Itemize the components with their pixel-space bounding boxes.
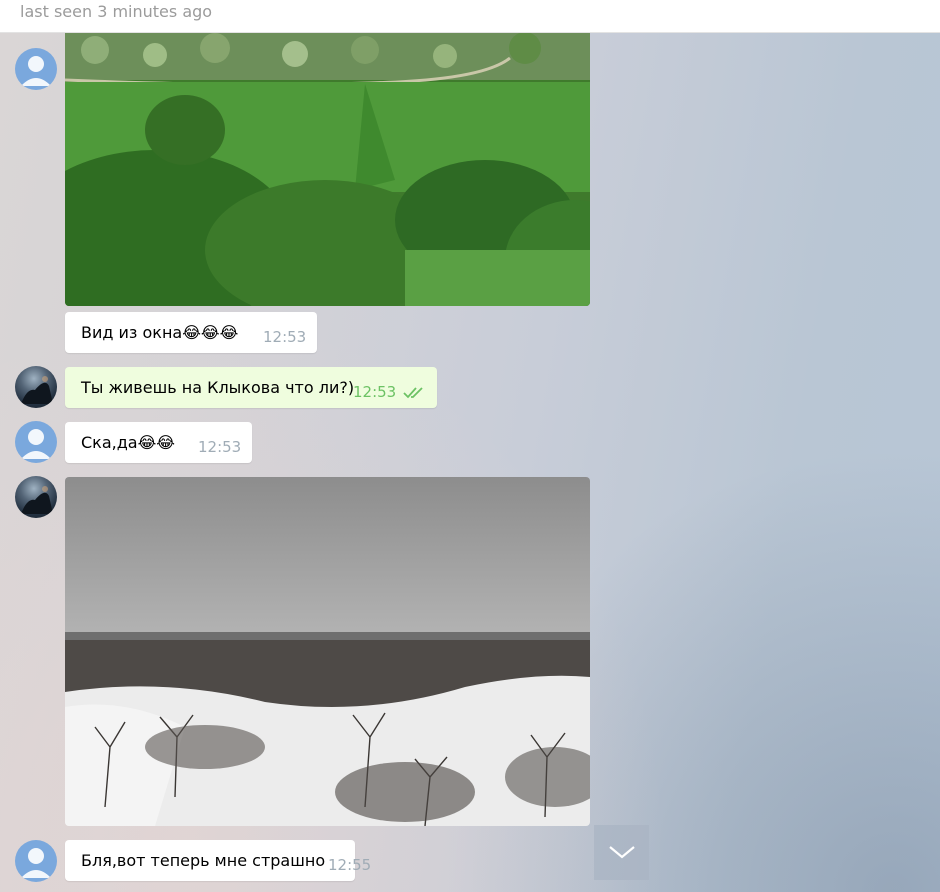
default-user-icon: [21, 56, 51, 86]
scroll-to-bottom-button[interactable]: [594, 825, 649, 880]
snowy-landscape-photo: [65, 477, 590, 826]
message-time: 12:55: [328, 856, 372, 874]
my-avatar[interactable]: [15, 476, 57, 518]
photo-message-snowy-landscape[interactable]: [65, 477, 590, 826]
contact-avatar[interactable]: [15, 48, 57, 90]
photo-message-green-landscape[interactable]: [65, 20, 590, 306]
green-landscape-photo: [65, 20, 590, 306]
contact-avatar[interactable]: [15, 840, 57, 882]
last-seen-status: last seen 3 minutes ago: [20, 2, 213, 21]
message-text: Ты живешь на Клыкова что ли?): [81, 378, 355, 397]
contact-avatar[interactable]: [15, 421, 57, 463]
incoming-message[interactable]: Ска,да😂😂 12:53: [65, 422, 252, 463]
message-text: Бля,вот теперь мне страшно: [81, 851, 326, 870]
message-time: 12:53: [263, 328, 307, 346]
message-text: Ска,да😂😂: [81, 433, 175, 452]
outgoing-message[interactable]: Ты живешь на Клыкова что ли?) 12:53: [65, 367, 437, 408]
user-photo-avatar: [21, 486, 53, 514]
chevron-down-icon: [609, 846, 635, 859]
default-user-icon: [21, 848, 51, 878]
incoming-message[interactable]: Вид из окна😂😂😂 12:53: [65, 312, 317, 353]
message-time: 12:53: [353, 383, 397, 401]
double-check-icon: [403, 387, 423, 399]
default-user-icon: [21, 429, 51, 459]
message-text: Вид из окна😂😂😂: [81, 323, 239, 342]
my-avatar[interactable]: [15, 366, 57, 408]
message-time: 12:53: [198, 438, 242, 456]
chat-header: last seen 3 minutes ago: [0, 0, 940, 33]
user-photo-avatar: [21, 376, 53, 404]
incoming-message[interactable]: Бля,вот теперь мне страшно 12:55: [65, 840, 371, 881]
